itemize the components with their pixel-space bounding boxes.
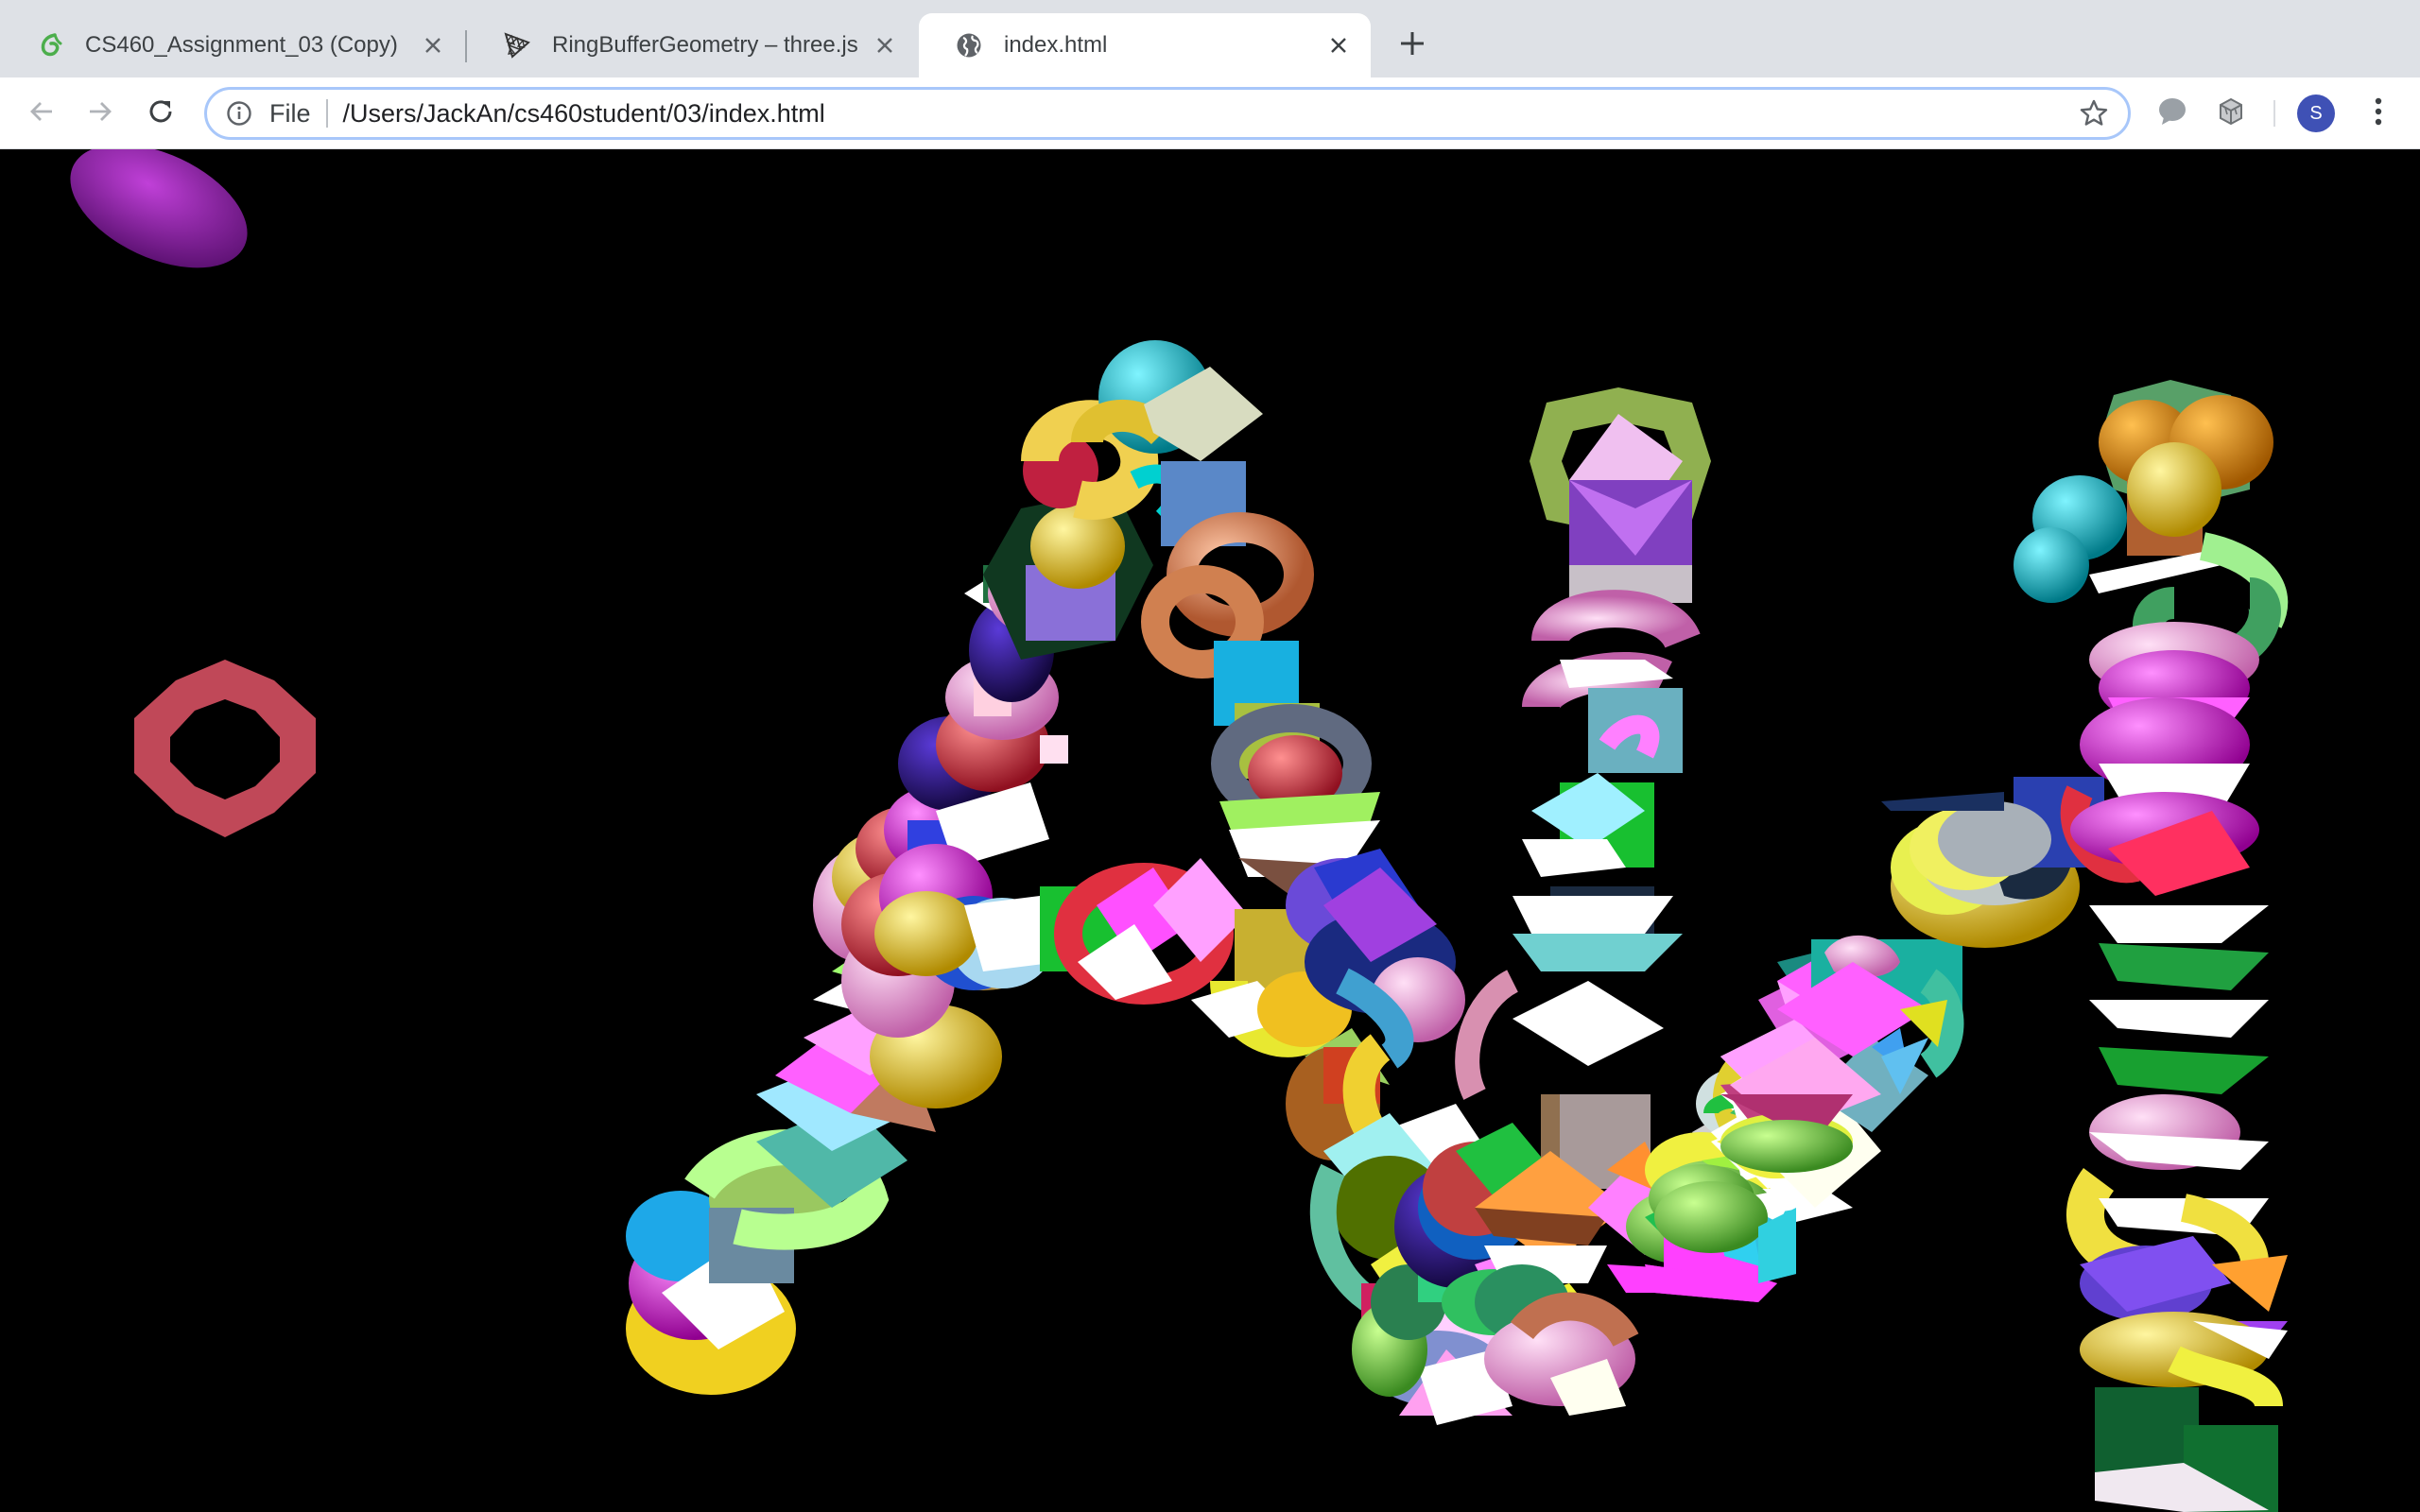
threejs-logo-icon: [503, 31, 531, 60]
back-button[interactable]: [21, 93, 62, 134]
toolbar-separator: [2273, 100, 2275, 127]
tab-title: RingBufferGeometry – three.js: [552, 32, 858, 58]
reload-icon: [146, 96, 176, 131]
extension-button[interactable]: [2212, 94, 2250, 132]
close-icon[interactable]: [1325, 32, 1352, 59]
tab-title: CS460_Assignment_03 (Copy): [85, 32, 398, 58]
close-icon[interactable]: [872, 32, 898, 59]
new-tab-button[interactable]: [1393, 26, 1431, 64]
tab-threejs[interactable]: RingBufferGeometry – three.js: [467, 13, 917, 77]
tab-title: index.html: [1004, 32, 1108, 58]
cube-extension-icon: [2215, 95, 2247, 132]
tab-index-html[interactable]: index.html: [919, 13, 1371, 77]
letter-n-right-stroke: [2014, 380, 2289, 1512]
url-text[interactable]: /Users/JackAn/cs460student/03/index.html: [343, 99, 2075, 129]
menu-button[interactable]: [2358, 93, 2399, 134]
reload-button[interactable]: [140, 93, 182, 134]
plus-icon: [1399, 30, 1426, 61]
profile-initial: S: [2309, 102, 2323, 124]
extension-button[interactable]: [2153, 94, 2191, 132]
tab-overleaf[interactable]: CS460_Assignment_03 (Copy): [0, 13, 465, 77]
address-bar[interactable]: File /Users/JackAn/cs460student/03/index…: [204, 87, 2131, 140]
star-icon[interactable]: [2075, 94, 2113, 132]
floating-ring: [134, 660, 316, 837]
close-icon[interactable]: [420, 32, 446, 59]
tab-strip: CS460_Assignment_03 (Copy) RingBufferGeo…: [0, 0, 2420, 77]
overleaf-leaf-icon: [36, 31, 64, 60]
letter-n-diagonal: [1588, 777, 2104, 1302]
scheme-label: File: [269, 98, 311, 128]
arrow-right-icon: [86, 97, 114, 130]
browser-toolbar: File /Users/JackAn/cs460student/03/index…: [0, 77, 2420, 149]
profile-avatar[interactable]: S: [2297, 94, 2335, 132]
kebab-menu-icon: [2374, 96, 2383, 131]
webgl-canvas[interactable]: [0, 149, 2420, 1512]
browser-window: CS460_Assignment_03 (Copy) RingBufferGeo…: [0, 0, 2420, 1512]
globe-icon: [955, 31, 983, 60]
floating-ellipse: [70, 149, 248, 268]
forward-button[interactable]: [79, 93, 121, 134]
arrow-left-icon: [27, 97, 56, 130]
info-icon[interactable]: [224, 98, 254, 129]
omnibox-divider: [325, 99, 328, 128]
three-scene: [70, 149, 2289, 1512]
speech-bubble-icon: [2156, 95, 2188, 132]
